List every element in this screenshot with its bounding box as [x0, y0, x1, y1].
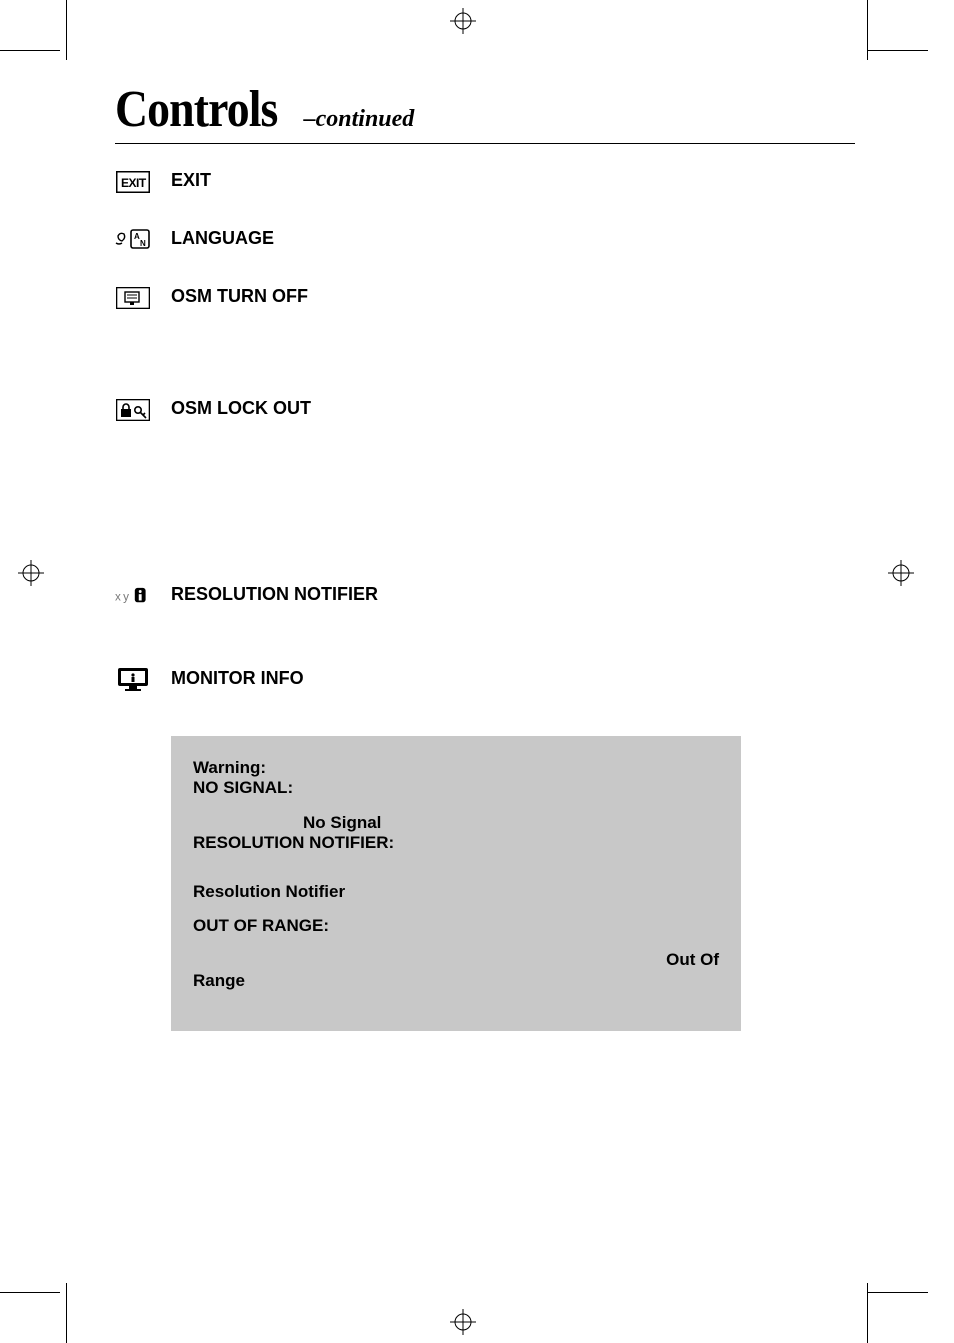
label-exit: EXIT [171, 170, 211, 191]
crop-mark [66, 1283, 67, 1343]
label-osm-turn-off: OSM TURN OFF [171, 286, 308, 307]
language-icon: A N [115, 228, 151, 252]
monitor-info-icon [115, 668, 151, 692]
no-signal-text: No Signal [193, 813, 719, 833]
content-area: Controls –continued EXIT EXIT [115, 80, 855, 1031]
out-of-text: Out Of [666, 950, 719, 970]
resolution-notifier-label: RESOLUTION NOTIFIER: [193, 833, 719, 853]
crop-mark [868, 1292, 928, 1293]
registration-mark-icon [450, 8, 476, 34]
osm-turn-off-icon [115, 286, 151, 310]
registration-mark-icon [18, 560, 44, 586]
no-signal-label: NO SIGNAL: [193, 778, 719, 798]
item-monitor-info: MONITOR INFO [115, 668, 855, 692]
svg-text:x: x [115, 591, 121, 604]
item-osm-lock-out: OSM LOCK OUT [115, 398, 855, 422]
crop-mark [0, 50, 60, 51]
svg-text:EXIT: EXIT [121, 176, 147, 190]
registration-mark-icon [450, 1309, 476, 1335]
label-language: LANGUAGE [171, 228, 274, 249]
crop-mark [867, 0, 868, 60]
warning-heading: Warning: [193, 758, 719, 778]
title-main: Controls [115, 80, 277, 139]
title-sub: –continued [304, 106, 415, 133]
page-title: Controls –continued [115, 80, 855, 144]
page: Controls –continued EXIT EXIT [0, 0, 954, 1343]
range-text: Range [193, 971, 719, 991]
osm-warning-box: Warning: NO SIGNAL: No Signal RESOLUTION… [171, 736, 741, 1031]
resolution-notifier-icon: x y [115, 584, 151, 608]
resolution-notifier-text: Resolution Notifier [193, 882, 719, 902]
label-osm-lock-out: OSM LOCK OUT [171, 398, 311, 419]
crop-mark [66, 0, 67, 60]
label-monitor-info: MONITOR INFO [171, 668, 304, 689]
svg-text:N: N [140, 239, 146, 248]
registration-mark-icon [888, 560, 914, 586]
item-resolution-notifier: x y RESOLUTION NOTIFIER [115, 584, 855, 608]
osm-lock-out-icon [115, 398, 151, 422]
out-of-range-label: OUT OF RANGE: [193, 916, 719, 936]
crop-mark [868, 50, 928, 51]
crop-mark [0, 1292, 60, 1293]
item-osm-turn-off: OSM TURN OFF [115, 286, 855, 310]
item-exit: EXIT EXIT [115, 170, 855, 194]
svg-text:y: y [123, 591, 129, 604]
exit-icon: EXIT [115, 170, 151, 194]
label-resolution-notifier: RESOLUTION NOTIFIER [171, 584, 378, 605]
item-language: A N LANGUAGE [115, 228, 855, 252]
